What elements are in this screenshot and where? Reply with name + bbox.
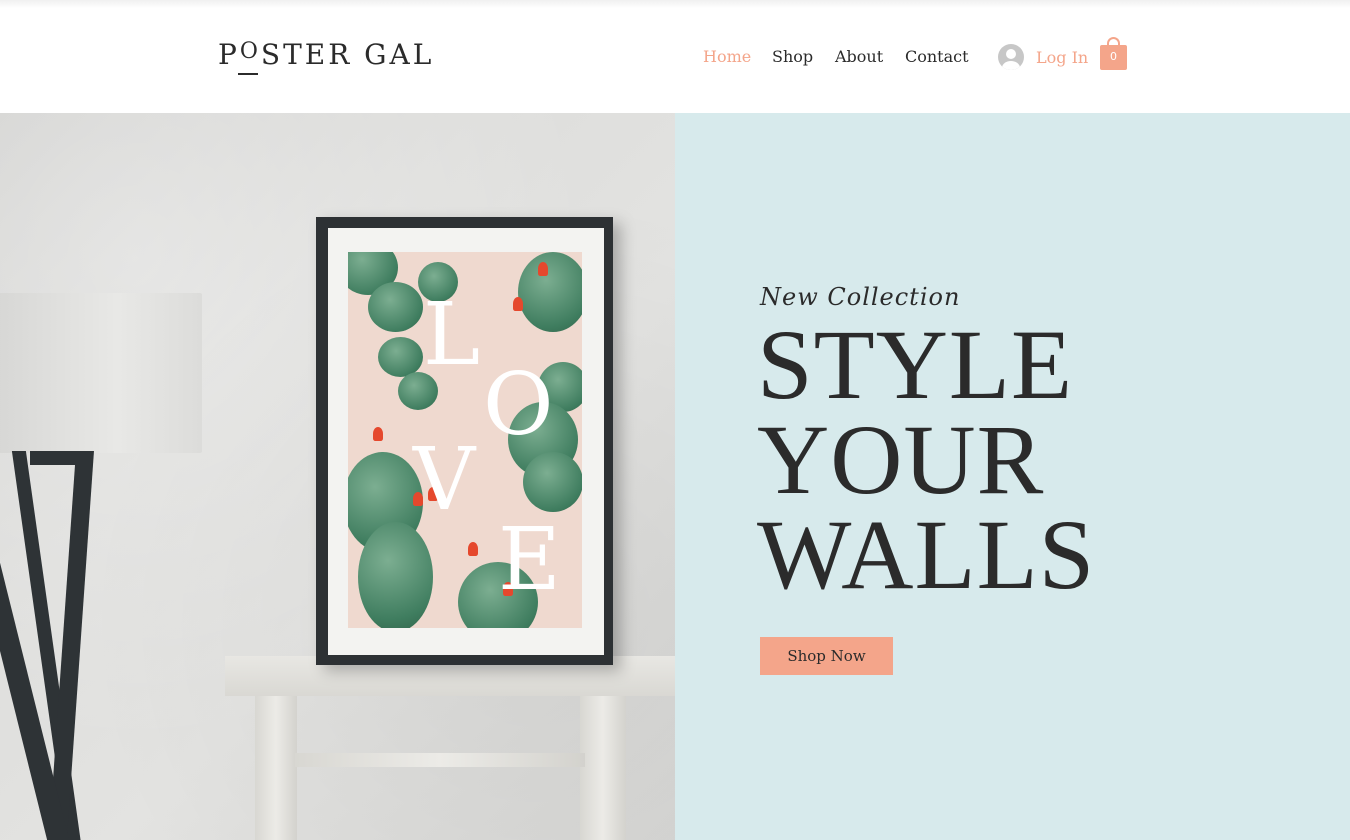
hero-image: L O V E	[0, 113, 675, 840]
table-rail	[295, 753, 585, 767]
lamp-shade	[0, 293, 202, 453]
nav-shop[interactable]: Shop	[772, 47, 813, 66]
poster-letter-v: V	[413, 430, 476, 530]
logo-rest: STER GAL	[260, 38, 435, 71]
headline-line: YOUR	[757, 404, 1045, 515]
poster-letter-o: O	[483, 355, 554, 455]
love-poster: L O V E	[348, 252, 582, 628]
cactus-flower	[373, 427, 383, 441]
table-leg	[580, 696, 626, 840]
poster-letter-e: E	[498, 510, 561, 610]
hero-headline: STYLE YOUR WALLS	[757, 309, 1096, 610]
cactus	[523, 452, 582, 512]
cactus-flower	[468, 542, 478, 556]
logo-letter-p: P	[218, 38, 240, 71]
headline-line: WALLS	[757, 499, 1096, 610]
cactus-flower	[513, 297, 523, 311]
headline-line: STYLE	[757, 309, 1074, 420]
user-avatar-icon	[998, 44, 1024, 70]
cactus-flower	[538, 262, 548, 276]
cart-count: 0	[1110, 50, 1117, 63]
cactus	[358, 522, 433, 628]
cactus	[518, 252, 582, 332]
nav-home[interactable]: Home	[703, 47, 751, 66]
logo-letter-o: O	[237, 39, 261, 75]
cart-button[interactable]: 0	[1100, 37, 1127, 71]
cactus	[378, 337, 423, 377]
login-button[interactable]: Log In	[998, 44, 1088, 70]
hero-subtitle: New Collection	[760, 283, 961, 311]
login-label: Log In	[1036, 47, 1089, 67]
site-logo[interactable]: POSTER GAL	[218, 38, 435, 75]
nav-contact[interactable]: Contact	[905, 47, 969, 66]
nav-about[interactable]: About	[835, 47, 883, 66]
header-shadow	[0, 0, 1350, 8]
shop-now-button[interactable]: Shop Now	[760, 637, 893, 675]
cactus	[368, 282, 423, 332]
site-header: POSTER GAL Home Shop About Contact Log I…	[0, 0, 1350, 113]
poster-letter-l: L	[423, 285, 481, 385]
table-leg	[255, 696, 297, 840]
hero-content: New Collection STYLE YOUR WALLS Shop Now	[675, 113, 1350, 840]
lamp-joint	[30, 451, 90, 465]
